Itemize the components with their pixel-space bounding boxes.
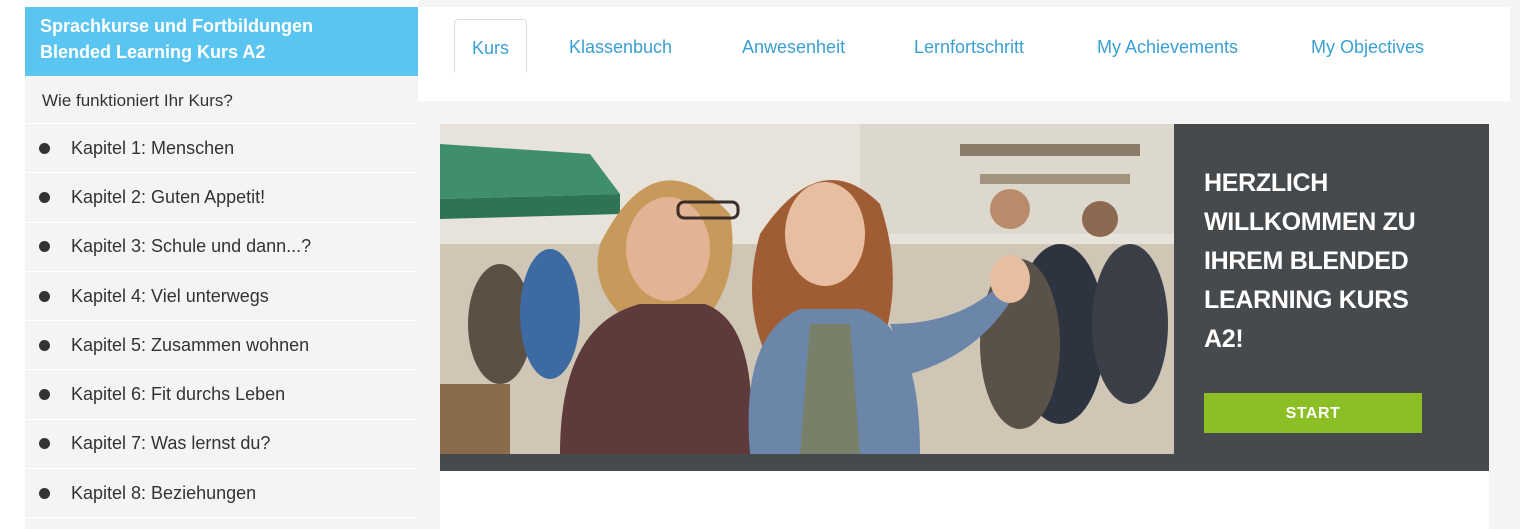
- banner-photo: [440, 124, 1174, 454]
- tab-my-objectives[interactable]: My Objectives: [1311, 19, 1424, 73]
- tab-lernfortschritt[interactable]: Lernfortschritt: [914, 19, 1024, 73]
- bullet-icon: [39, 487, 50, 499]
- chapter-label: Kapitel 6: Fit durchs Leben: [71, 384, 286, 405]
- start-button[interactable]: START: [1204, 393, 1422, 433]
- chapter-label: Kapitel 8: Beziehungen: [71, 482, 257, 503]
- welcome-heading: HERZLICH WILLKOMMEN ZU IHREM BLENDED LEA…: [1204, 164, 1474, 359]
- welcome-line: LEARNING KURS: [1204, 286, 1409, 314]
- chapter-label: Kapitel 1: Menschen: [71, 137, 235, 158]
- course-title-line1: Sprachkurse und Fortbildungen: [40, 16, 314, 36]
- welcome-line: WILLKOMMEN ZU: [1204, 208, 1416, 236]
- sidebar-item-chapter-6[interactable]: Kapitel 6: Fit durchs Leben: [25, 370, 418, 420]
- course-title-line2: Blended Learning Kurs A2: [40, 42, 266, 62]
- chapter-label: Kapitel 4: Viel unterwegs: [71, 285, 269, 306]
- bullet-icon: [39, 241, 50, 253]
- tab-my-achievements[interactable]: My Achievements: [1097, 19, 1238, 73]
- chapter-label: Kapitel 3: Schule und dann...?: [71, 236, 312, 257]
- sidebar-item-chapter-4[interactable]: Kapitel 4: Viel unterwegs: [25, 272, 418, 322]
- tab-klassenbuch[interactable]: Klassenbuch: [569, 19, 672, 73]
- course-tabs: Kurs Klassenbuch Anwesenheit Lernfortsch…: [418, 7, 1510, 101]
- tab-anwesenheit[interactable]: Anwesenheit: [742, 19, 845, 73]
- main-content: HERZLICH WILLKOMMEN ZU IHREM BLENDED LEA…: [440, 124, 1489, 529]
- welcome-line: HERZLICH: [1204, 169, 1328, 197]
- sidebar-item-chapter-3[interactable]: Kapitel 3: Schule und dann...?: [25, 223, 418, 272]
- bullet-icon: [39, 389, 50, 401]
- sidebar-item-chapter-8[interactable]: Kapitel 8: Beziehungen: [25, 469, 418, 519]
- sidebar-item-chapter-7[interactable]: Kapitel 7: Was lernst du?: [25, 420, 418, 470]
- chapter-label: Kapitel 7: Was lernst du?: [71, 433, 271, 454]
- sidebar-item-chapter-5[interactable]: Kapitel 5: Zusammen wohnen: [25, 321, 418, 371]
- sidebar-item-chapter-1[interactable]: Kapitel 1: Menschen: [25, 124, 418, 174]
- chapter-label: Kapitel 2: Guten Appetit!: [71, 186, 266, 207]
- welcome-banner: HERZLICH WILLKOMMEN ZU IHREM BLENDED LEA…: [440, 124, 1489, 471]
- course-title[interactable]: Sprachkurse und Fortbildungen Blended Le…: [25, 7, 418, 76]
- bullet-icon: [39, 339, 50, 351]
- tab-kurs[interactable]: Kurs: [454, 19, 528, 73]
- welcome-line: A2!: [1204, 325, 1244, 353]
- course-sidebar: Sprachkurse und Fortbildungen Blended Le…: [25, 7, 418, 529]
- welcome-line: IHREM BLENDED: [1204, 247, 1409, 275]
- bullet-icon: [39, 191, 50, 203]
- sidebar-item-chapter-2[interactable]: Kapitel 2: Guten Appetit!: [25, 173, 418, 223]
- bullet-icon: [39, 290, 50, 302]
- page: Sprachkurse und Fortbildungen Blended Le…: [0, 0, 1520, 529]
- photo-two-women-market-icon: [440, 124, 1174, 454]
- bullet-icon: [39, 438, 50, 450]
- bullet-icon: [39, 142, 50, 154]
- sidebar-item-intro[interactable]: Wie funktioniert Ihr Kurs?: [25, 76, 418, 124]
- chapter-label: Kapitel 5: Zusammen wohnen: [71, 334, 310, 355]
